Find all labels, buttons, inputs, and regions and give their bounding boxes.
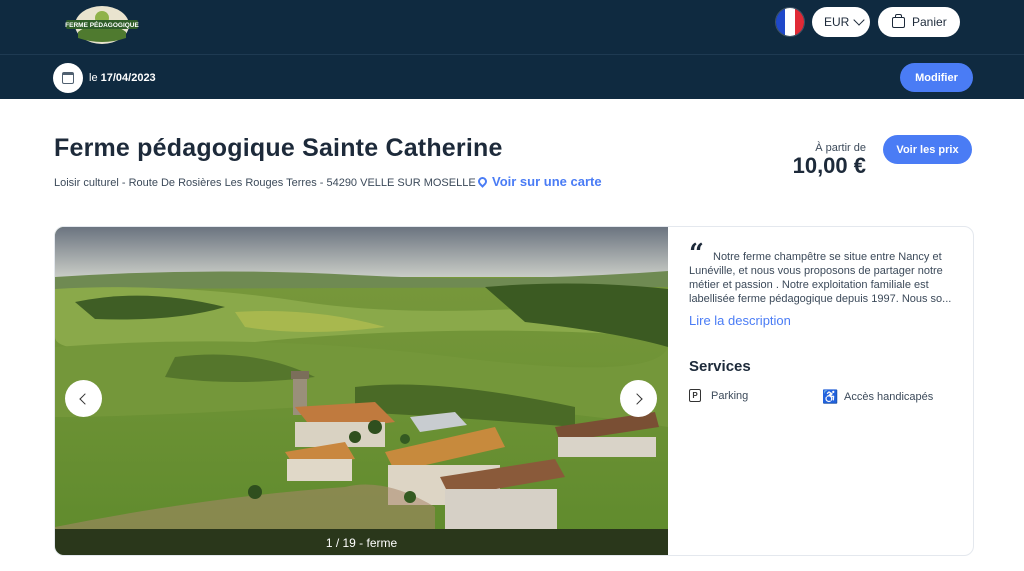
farm-aerial-photo[interactable]: [55, 227, 668, 556]
service-accessibility: ♿ Accès handicapés: [822, 389, 933, 405]
cart-label: Panier: [912, 15, 947, 29]
svg-text:FERME PÉDAGOGIQUE: FERME PÉDAGOGIQUE: [65, 20, 139, 29]
date-prefix: le: [89, 72, 98, 84]
date-bar: le 17/04/2023 Modifier: [0, 54, 1024, 99]
price-value: 10,00 €: [792, 153, 866, 178]
calendar-icon: [62, 72, 74, 84]
page-title: Ferme pédagogique Sainte Catherine: [54, 134, 503, 162]
service-label: Accès handicapés: [844, 391, 934, 403]
quote-icon: “: [689, 239, 704, 269]
currency-value: EUR: [824, 15, 850, 29]
parking-icon: P: [689, 389, 701, 402]
service-label: Parking: [711, 389, 749, 402]
ferme-pedagogique-logo[interactable]: FERME PÉDAGOGIQUE: [64, 4, 140, 46]
description-panel: “ Notre ferme champêtre se situe entre N…: [689, 241, 957, 407]
modify-button[interactable]: Modifier: [900, 63, 973, 92]
wheelchair-icon: ♿: [822, 389, 839, 404]
listing-subtitle: Loisir culturel - Route De Rosières Les …: [54, 177, 476, 189]
map-pin-icon: [476, 175, 489, 188]
briefcase-icon: [892, 13, 905, 28]
chevron-right-icon: [631, 392, 643, 405]
description-text: Notre ferme champêtre se situe entre Nan…: [689, 251, 952, 305]
top-navigation-bar: FERME PÉDAGOGIQUE EUR Panier: [0, 0, 1024, 54]
language-flag-fr[interactable]: [775, 7, 805, 37]
calendar-button[interactable]: [53, 63, 83, 93]
previous-photo-button[interactable]: [65, 380, 102, 417]
see-prices-button[interactable]: Voir les prix: [883, 135, 972, 164]
gallery-caption: 1 / 19 - ferme: [55, 529, 668, 555]
services-list: P Parking ♿ Accès handicapés: [689, 389, 957, 407]
date-value: 17/04/2023: [100, 72, 156, 84]
read-description-link[interactable]: Lire la description: [689, 313, 957, 328]
service-parking: P Parking: [689, 389, 748, 402]
listing-card: 1 / 19 - ferme “ Notre ferme champêtre s…: [54, 226, 974, 556]
chevron-left-icon: [79, 392, 91, 405]
currency-selector[interactable]: EUR: [812, 7, 870, 37]
services-title: Services: [689, 358, 751, 375]
map-link-label: Voir sur une carte: [492, 174, 602, 189]
selected-date: le 17/04/2023: [89, 72, 156, 84]
chevron-down-icon: [853, 14, 866, 26]
next-photo-button[interactable]: [620, 380, 657, 417]
cart-button[interactable]: Panier: [878, 7, 960, 37]
map-link[interactable]: Voir sur une carte: [476, 174, 602, 189]
